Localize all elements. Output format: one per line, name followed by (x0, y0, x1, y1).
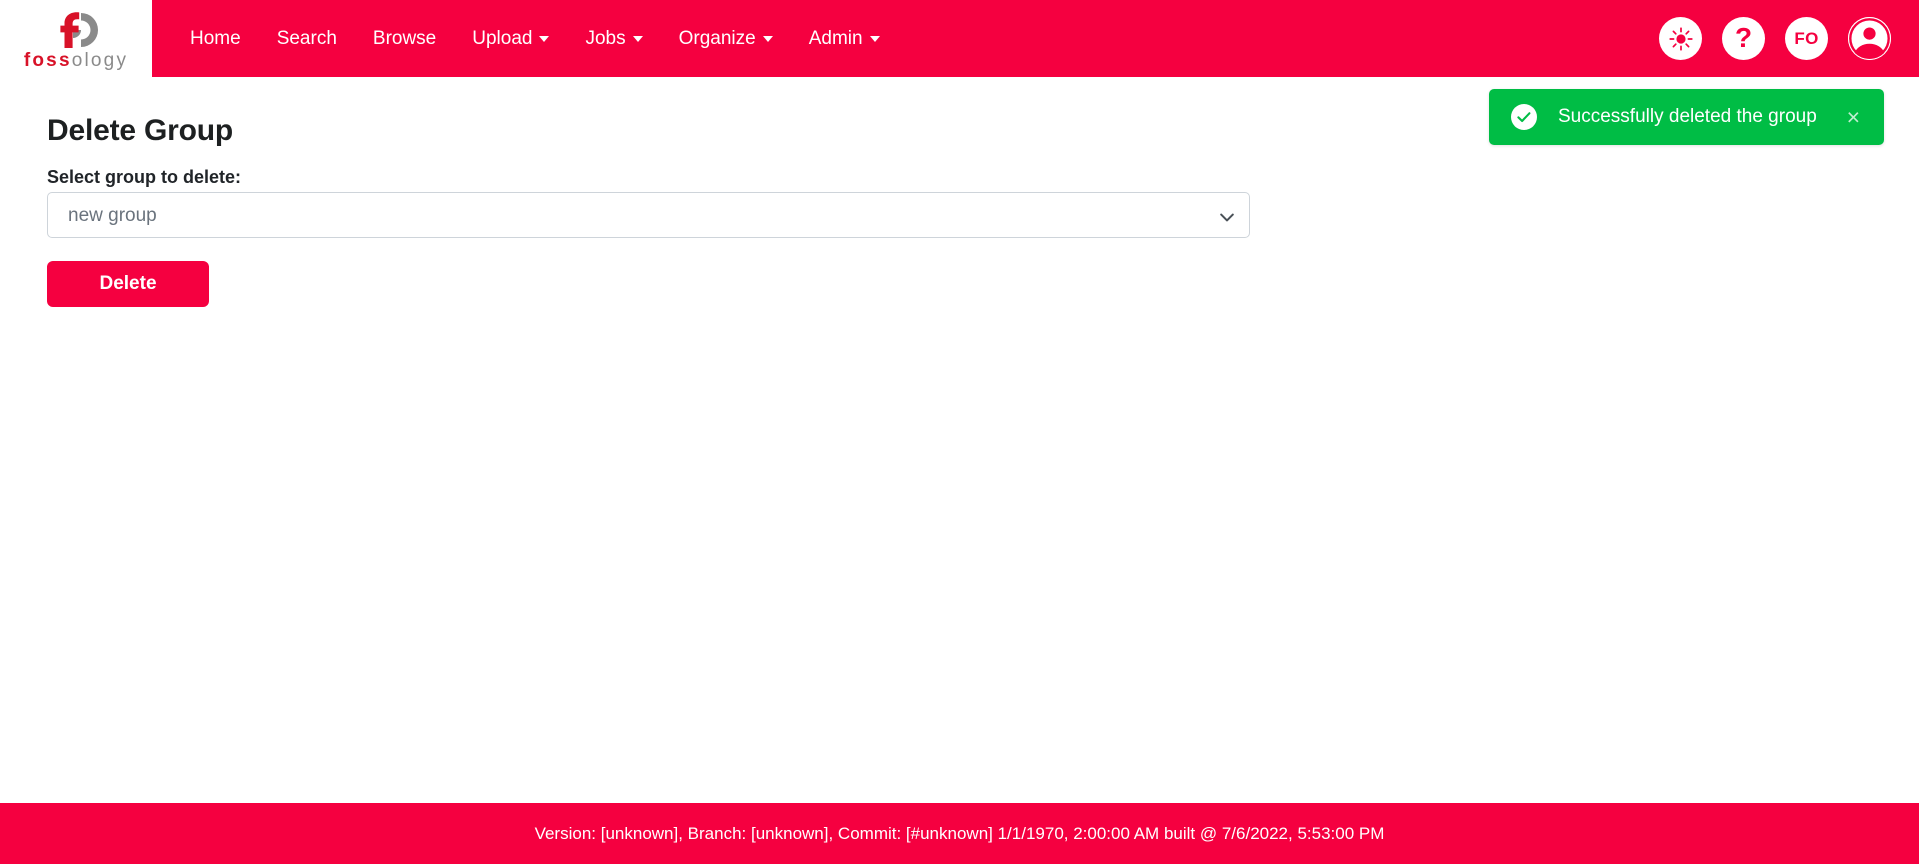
toast-message: Successfully deleted the group (1558, 106, 1817, 127)
theme-toggle-button[interactable] (1659, 17, 1702, 60)
fossology-logo-icon (48, 10, 104, 50)
page-footer: Version: [unknown], Branch: [unknown], C… (0, 803, 1919, 864)
brand-word-part2: ology (71, 49, 129, 71)
nav-item-jobs[interactable]: Jobs (567, 0, 660, 77)
top-navbar: fossology Home Search Browse Upload Jobs (0, 0, 1919, 77)
nav-item-search[interactable]: Search (259, 0, 355, 77)
user-avatar-icon (1848, 17, 1891, 60)
sun-icon (1668, 26, 1693, 51)
nav-links: Home Search Browse Upload Jobs Organize … (172, 0, 898, 77)
delete-button[interactable]: Delete (47, 261, 209, 307)
nav-item-upload[interactable]: Upload (454, 0, 567, 77)
brand-logo[interactable]: fossology (0, 0, 152, 77)
nav-item-label: Upload (472, 28, 533, 49)
brand-word-part1: foss (23, 49, 72, 71)
close-icon[interactable]: × (1827, 96, 1880, 139)
nav-item-home[interactable]: Home (172, 0, 259, 77)
check-circle-icon (1511, 104, 1537, 130)
footer-version-text: Version: [unknown], Branch: [unknown], C… (534, 823, 1385, 843)
group-badge-button[interactable]: FO (1785, 17, 1828, 60)
navbar-actions: ? FO (1659, 17, 1919, 60)
nav-item-browse[interactable]: Browse (355, 0, 454, 77)
chevron-down-icon (539, 35, 550, 42)
nav-item-label: Admin (808, 28, 863, 49)
chevron-down-icon (869, 35, 880, 42)
nav-item-label: Organize (678, 28, 756, 49)
group-badge-label: FO (1794, 28, 1819, 48)
app-root: fossology Home Search Browse Upload Jobs (0, 0, 1919, 864)
success-toast: Successfully deleted the group × (1489, 89, 1884, 145)
user-menu-button[interactable] (1848, 17, 1891, 60)
select-group-label: Select group to delete: (47, 167, 242, 187)
nav-item-label: Browse (372, 28, 437, 49)
page-title: Delete Group (47, 114, 233, 148)
nav-item-admin[interactable]: Admin (791, 0, 898, 77)
chevron-down-icon (632, 35, 643, 42)
select-group-dropdown[interactable]: new group (47, 192, 1250, 238)
brand-wordmark: fossology (24, 51, 128, 70)
chevron-down-icon (762, 35, 773, 42)
nav-item-label: Home (190, 28, 241, 49)
nav-item-label: Jobs (585, 28, 626, 49)
nav-item-organize[interactable]: Organize (661, 0, 791, 77)
question-mark-icon: ? (1734, 21, 1753, 53)
help-button[interactable]: ? (1722, 17, 1765, 60)
nav-item-label: Search (276, 28, 337, 49)
select-group-wrapper: new group (47, 192, 1250, 238)
